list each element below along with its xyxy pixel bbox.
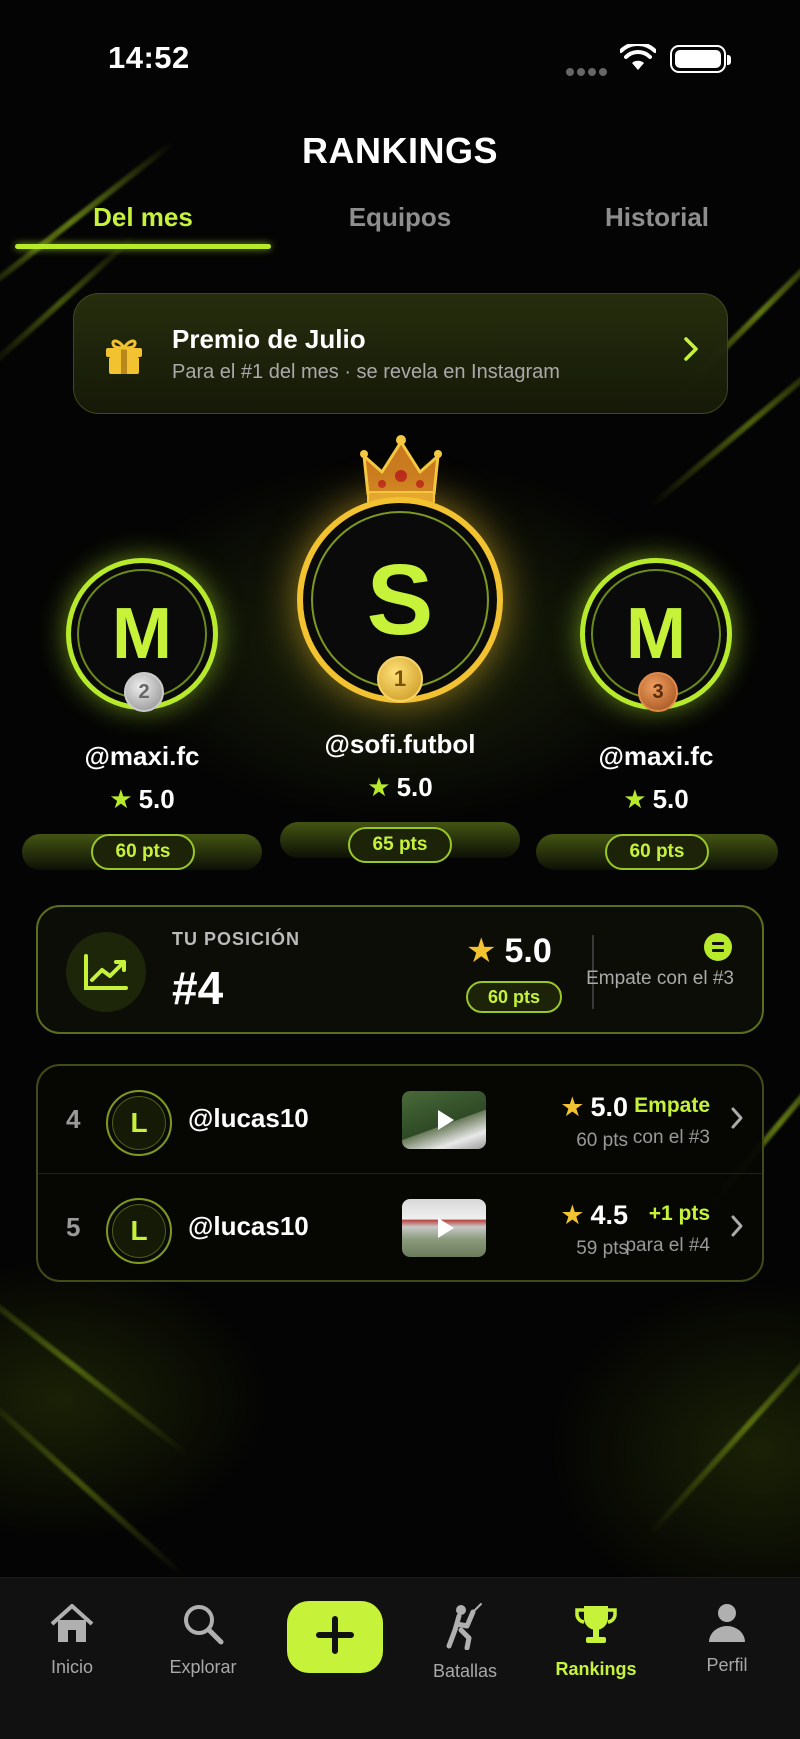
row-position: 4: [66, 1104, 81, 1134]
podium-second-points: 60 pts: [91, 834, 195, 870]
nav-label: Inicio: [50, 1657, 94, 1677]
play-icon: [438, 1218, 454, 1238]
chevron-right-icon: [730, 1214, 744, 1243]
search-icon: [143, 1602, 263, 1651]
row-handle[interactable]: @lucas10: [188, 1211, 309, 1242]
list-item[interactable]: 5 L @lucas10 ★ 4.5 59 pts +1 pts para el …: [38, 1174, 766, 1282]
video-thumbnail[interactable]: [402, 1199, 486, 1257]
my-position-status: Empate con el #3: [586, 968, 734, 989]
active-tab-indicator: [15, 244, 271, 249]
star-icon: ★: [560, 1092, 585, 1122]
my-position-card[interactable]: TU POSICIÓN #4 ★ 5.0 60 pts Empate con el…: [36, 905, 764, 1034]
podium-second-rating: ★ 5.0: [109, 784, 175, 814]
video-thumbnail[interactable]: [402, 1091, 486, 1149]
nav-perfil[interactable]: Perfil: [667, 1602, 787, 1676]
row-points: 60 pts: [576, 1130, 628, 1151]
equals-icon: [704, 933, 732, 961]
row-handle[interactable]: @lucas10: [188, 1103, 309, 1134]
row-status: +1 pts: [648, 1202, 710, 1225]
row-points: 59 pts: [576, 1238, 628, 1259]
plus-icon: [315, 1615, 355, 1660]
star-icon: ★: [109, 784, 133, 814]
row-status: Empate: [634, 1094, 710, 1117]
page-title: RANKINGS: [301, 130, 498, 171]
podium-third-points: 60 pts: [605, 834, 709, 870]
my-position-points: 60 pts: [466, 981, 562, 1013]
prize-subtitle: Para el #1 del mes · se revela en Instag…: [172, 361, 560, 383]
medal-bronze-icon: 3: [638, 672, 678, 712]
tab-equipos[interactable]: Equipos: [270, 202, 530, 233]
row-status-detail: para el #4: [625, 1235, 710, 1256]
prize-title: Premio de Julio: [172, 324, 366, 354]
list-item[interactable]: 4 L @lucas10 ★ 5.0 60 pts Empate con el #…: [38, 1066, 766, 1174]
my-position-rating: ★ 5.0: [466, 932, 552, 970]
gift-icon: [104, 334, 144, 381]
trophy-icon: [536, 1602, 656, 1653]
bottom-nav: Inicio Explorar Batallas Rankings Perfil: [0, 1577, 800, 1739]
star-icon: ★: [466, 932, 497, 970]
row-rating: ★ 5.0: [560, 1092, 628, 1122]
my-position-label: TU POSICIÓN: [172, 929, 301, 949]
podium-first-points: 65 pts: [348, 827, 452, 863]
nav-explorar[interactable]: Explorar: [143, 1602, 263, 1678]
medal-gold-icon: 1: [377, 656, 423, 702]
star-icon: ★: [560, 1200, 585, 1230]
chevron-right-icon: [730, 1106, 744, 1135]
podium-second-handle[interactable]: @maxi.fc: [42, 741, 242, 772]
nav-label: Perfil: [706, 1655, 748, 1675]
user-icon: [667, 1602, 787, 1649]
signal-icon: [566, 63, 610, 76]
add-button[interactable]: [287, 1601, 383, 1673]
medal-silver-icon: 2: [124, 672, 164, 712]
avatar[interactable]: L: [106, 1198, 172, 1264]
prize-card[interactable]: Premio de Julio Para el #1 del mes · se …: [73, 293, 728, 414]
nav-label: Batallas: [432, 1661, 498, 1681]
leaderboard-list: 4 L @lucas10 ★ 5.0 60 pts Empate con el #…: [36, 1064, 764, 1282]
trend-up-icon: [66, 932, 146, 1012]
star-icon: ★: [367, 772, 391, 802]
my-position-rank: #4: [172, 962, 224, 1014]
status-time: 14:52: [108, 40, 190, 75]
chevron-right-icon: [683, 336, 699, 367]
home-icon: [12, 1602, 132, 1651]
nav-inicio[interactable]: Inicio: [12, 1602, 132, 1678]
battery-icon: [670, 45, 731, 73]
star-icon: ★: [623, 784, 647, 814]
nav-batallas[interactable]: Batallas: [405, 1602, 525, 1682]
podium-first-rating: ★ 5.0: [367, 772, 433, 802]
tab-historial[interactable]: Historial: [527, 202, 787, 233]
podium-third-rating: ★ 5.0: [623, 784, 689, 814]
podium-third-handle[interactable]: @maxi.fc: [556, 741, 756, 772]
nav-label: Explorar: [169, 1657, 237, 1677]
wifi-icon: [619, 41, 657, 77]
nav-rankings[interactable]: Rankings: [536, 1602, 656, 1680]
row-rating: ★ 4.5: [560, 1200, 628, 1230]
row-position: 5: [66, 1212, 81, 1242]
play-icon: [438, 1110, 454, 1130]
fencer-icon: [405, 1602, 525, 1655]
nav-label: Rankings: [555, 1659, 637, 1679]
podium-first-handle[interactable]: @sofi.futbol: [290, 729, 510, 760]
avatar[interactable]: L: [106, 1090, 172, 1156]
row-status-detail: con el #3: [632, 1127, 710, 1148]
tab-del-mes[interactable]: Del mes: [13, 202, 273, 233]
